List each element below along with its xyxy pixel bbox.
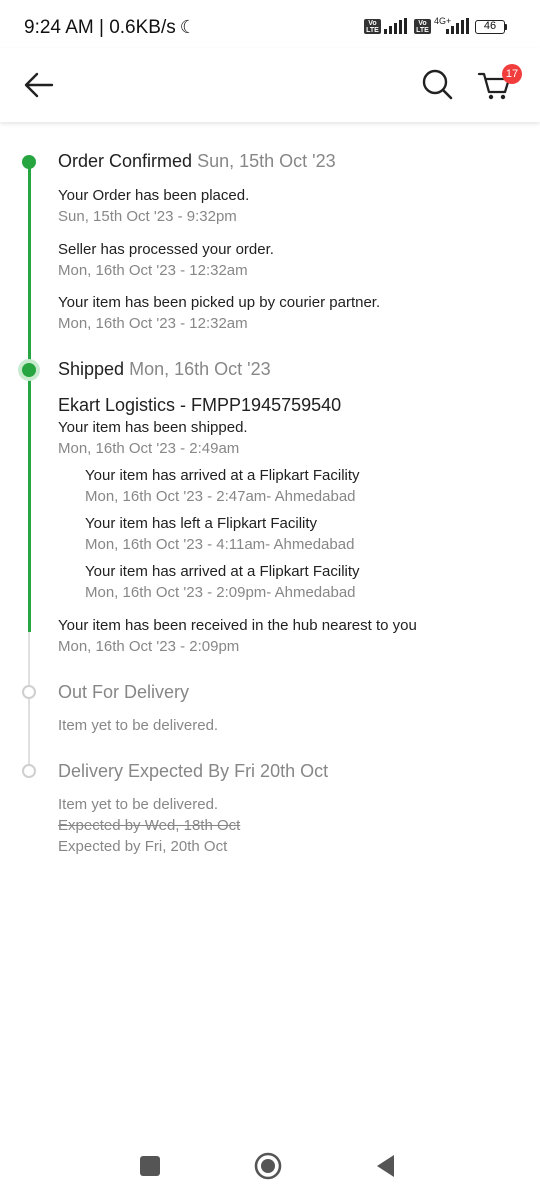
shipped-heading: Shipped Mon, 16th Oct '23 [58, 359, 271, 380]
recent-apps-button[interactable] [140, 1156, 160, 1176]
back-button[interactable] [22, 70, 56, 100]
delivery-expected-dot [22, 764, 36, 778]
facility-event-time: Mon, 16th Oct '23 - 2:09pm- Ahmedabad [85, 584, 356, 601]
event-time: Mon, 16th Oct '23 - 12:32am [58, 315, 248, 332]
status-bar-time-speed: 9:24 AM | 0.6KB/s ☾ [24, 17, 196, 39]
courier-tracking-id: Ekart Logistics - FMPP1945759540 [58, 395, 342, 415]
out-for-delivery-title: Out For Delivery [58, 682, 190, 702]
signal-icon [384, 18, 407, 34]
back-triangle-icon [377, 1155, 394, 1177]
hub-event-time: Mon, 16th Oct '23 - 2:09pm [58, 638, 240, 655]
cart-count-badge: 17 [502, 64, 522, 84]
home-circle-icon [254, 1152, 282, 1180]
facility-event-time: Mon, 16th Oct '23 - 4:11am- Ahmedabad [85, 536, 355, 553]
delivery-expected-title: Delivery Expected By Fri 20th Oct [58, 761, 329, 781]
app-header [0, 48, 540, 122]
timeline-progress-line [28, 162, 31, 632]
event-title: Your item has been picked up by courier … [58, 294, 381, 311]
event-title: Your item has been shipped. [58, 419, 248, 436]
volte-icon-2: Vo LTE [414, 19, 431, 34]
system-back-button[interactable] [374, 1153, 396, 1179]
battery-tip [505, 24, 507, 30]
order-confirmed-title: Order Confirmed [58, 151, 193, 171]
facility-event-title: Your item has left a Flipkart Facility [85, 515, 318, 532]
event-time: Mon, 16th Oct '23 - 12:32am [58, 262, 248, 279]
event-time: Sun, 15th Oct '23 - 9:32pm [58, 208, 237, 225]
old-expected-date: Expected by Wed, 18th Oct [58, 817, 241, 834]
search-icon [422, 69, 453, 100]
shipped-dot [22, 363, 36, 377]
status-time-text: 9:24 AM | 0.6KB/s [24, 17, 176, 38]
delivery-expected-note: Item yet to be delivered. [58, 796, 219, 813]
timeline-pending-line [28, 632, 30, 772]
home-button[interactable] [254, 1152, 282, 1180]
hub-event-title: Your item has been received in the hub n… [58, 617, 417, 634]
facility-event-time: Mon, 16th Oct '23 - 2:47am- Ahmedabad [85, 488, 356, 505]
out-for-delivery-dot [22, 685, 36, 699]
back-arrow-icon [24, 72, 54, 98]
order-confirmed-heading: Order Confirmed Sun, 15th Oct '23 [58, 151, 336, 172]
moon-icon: ☾ [179, 17, 196, 37]
battery-icon: 46 [475, 20, 505, 34]
event-title: Seller has processed your order. [58, 241, 274, 258]
search-button[interactable] [419, 66, 455, 102]
facility-event-title: Your item has arrived at a Flipkart Faci… [85, 467, 360, 484]
facility-event-title: Your item has arrived at a Flipkart Faci… [85, 563, 360, 580]
signal-icon-2 [446, 18, 469, 34]
order-confirmed-dot [22, 155, 36, 169]
shipped-title: Shipped [58, 359, 125, 379]
out-for-delivery-note: Item yet to be delivered. [58, 717, 219, 734]
shipped-date: Mon, 16th Oct '23 [129, 359, 271, 379]
volte-icon: Vo LTE [364, 19, 381, 34]
event-title: Your Order has been placed. [58, 187, 250, 204]
event-time: Mon, 16th Oct '23 - 2:49am [58, 440, 240, 457]
new-expected-date: Expected by Fri, 20th Oct [58, 838, 228, 855]
order-confirmed-date: Sun, 15th Oct '23 [197, 151, 336, 171]
